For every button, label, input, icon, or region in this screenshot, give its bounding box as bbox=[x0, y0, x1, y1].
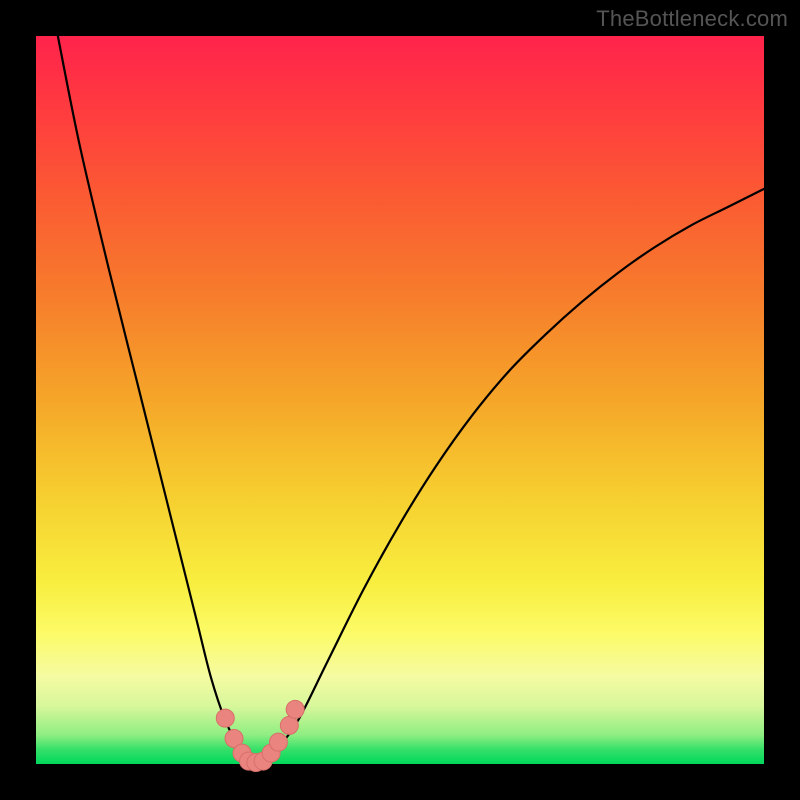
curve-layer bbox=[36, 36, 764, 764]
marker-point bbox=[269, 733, 287, 751]
marker-point bbox=[216, 709, 234, 727]
watermark-text: TheBottleneck.com bbox=[596, 6, 788, 32]
chart-frame: TheBottleneck.com bbox=[0, 0, 800, 800]
marker-point bbox=[280, 716, 298, 734]
markers-group bbox=[216, 700, 304, 771]
marker-point bbox=[286, 700, 304, 718]
bottleneck-curve bbox=[58, 36, 764, 764]
plot-area bbox=[36, 36, 764, 764]
